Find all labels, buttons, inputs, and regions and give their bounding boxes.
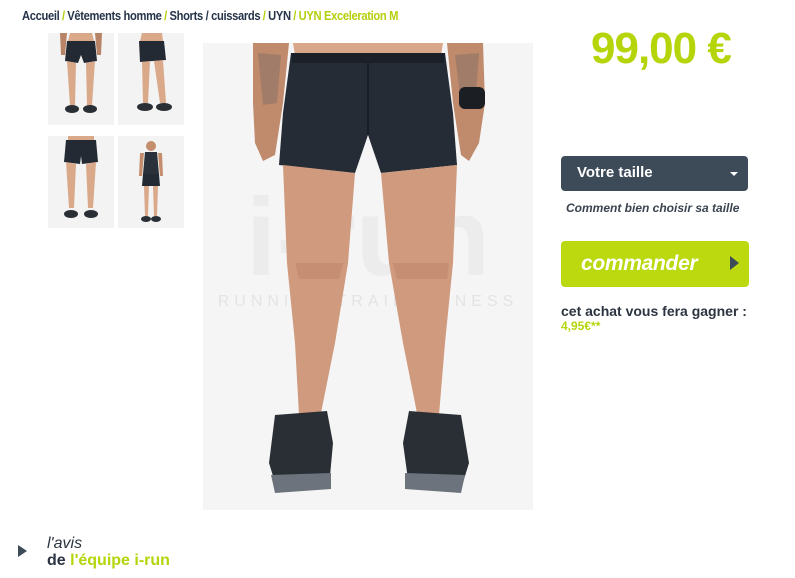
review-prefix: de <box>47 552 66 569</box>
product-price: 99,00 € <box>591 24 732 73</box>
thumbnail-full-body[interactable] <box>118 136 184 228</box>
expand-arrow-icon[interactable] <box>18 545 27 557</box>
breadcrumb-separator: / <box>293 8 297 23</box>
breadcrumb-home[interactable]: Accueil <box>22 8 60 23</box>
review-subheading[interactable]: de l'équipe i-run <box>47 552 170 569</box>
size-select[interactable]: Votre taille <box>561 156 748 191</box>
thumbnail-back[interactable] <box>48 136 114 228</box>
play-arrow-icon <box>730 256 739 270</box>
rewards-value: 4,95€** <box>561 319 601 333</box>
breadcrumb-brand[interactable]: UYN <box>268 8 291 23</box>
review-team: l'équipe i-run <box>70 552 170 569</box>
breadcrumb-shorts[interactable]: Shorts / cuissards <box>169 8 260 23</box>
thumbnail-image <box>118 33 184 125</box>
product-photo: i-run RUNNING TRAIL FITNESS <box>203 43 533 510</box>
thumbnail-image <box>48 33 114 125</box>
watermark-tagline: RUNNING TRAIL FITNESS <box>218 293 519 310</box>
size-select-value: Votre taille <box>577 164 653 181</box>
rewards-label: cet achat vous fera gagner : <box>561 303 747 319</box>
breadcrumb: Accueil / Vêtements homme / Shorts / cuissar… <box>22 8 398 23</box>
thumbnail-image <box>118 136 184 228</box>
order-button[interactable]: commander <box>561 241 749 287</box>
breadcrumb-separator: / <box>262 8 266 23</box>
breadcrumb-mens-clothing[interactable]: Vêtements homme <box>67 8 162 23</box>
thumbnail-image <box>48 136 114 228</box>
breadcrumb-separator: / <box>61 8 65 23</box>
breadcrumb-separator: / <box>164 8 167 23</box>
thumbnail-front[interactable] <box>48 33 114 125</box>
size-guide-link[interactable]: Comment bien choisir sa taille <box>566 201 739 215</box>
order-button-label: commander <box>581 252 698 275</box>
caret-down-icon <box>730 172 738 176</box>
breadcrumb-current: UYN Exceleration M <box>298 8 399 23</box>
review-heading[interactable]: l'avis <box>47 535 82 552</box>
thumbnail-side[interactable] <box>118 33 184 125</box>
main-product-image[interactable]: i-run RUNNING TRAIL FITNESS <box>203 43 533 510</box>
